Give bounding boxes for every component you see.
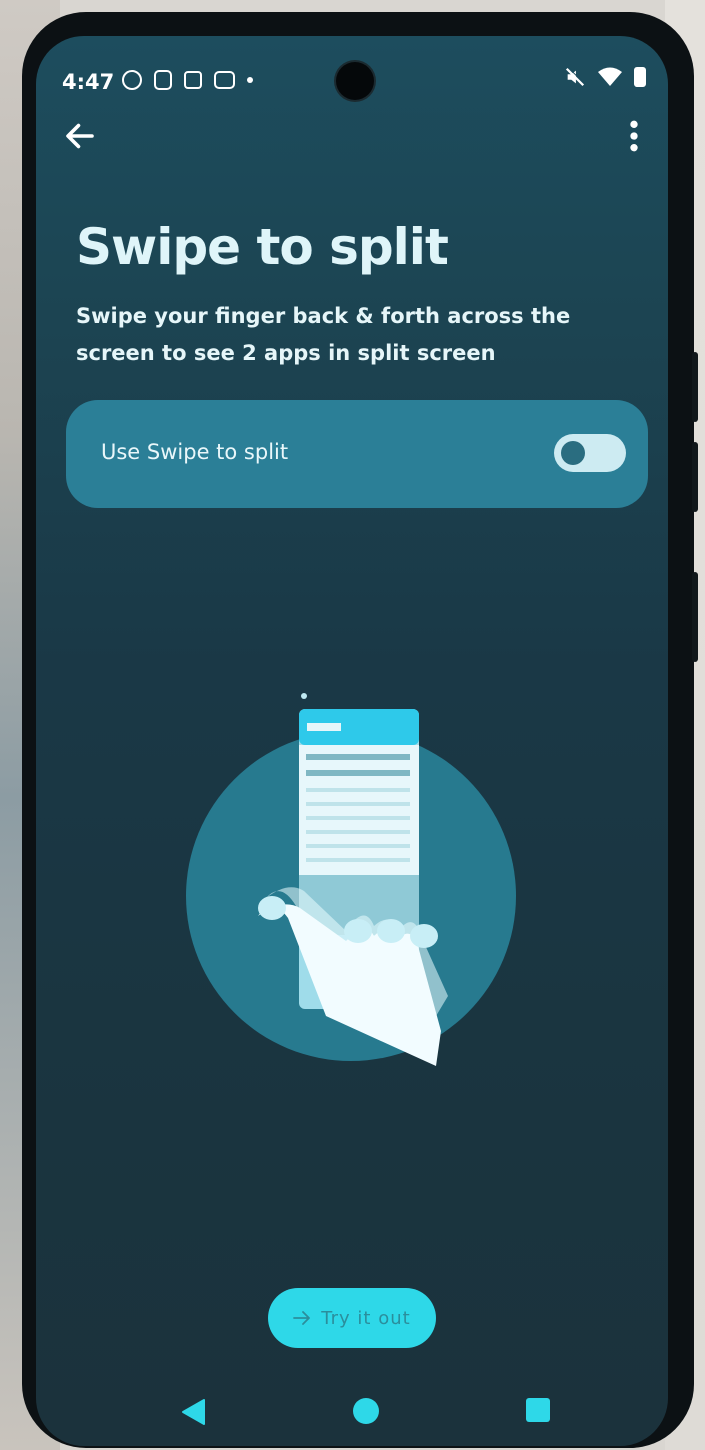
face-icon	[122, 70, 142, 90]
nav-recents-icon[interactable]	[526, 1398, 550, 1422]
status-right-icons	[564, 66, 646, 88]
setting-label: Use Swipe to split	[101, 440, 289, 464]
app-bar	[36, 116, 668, 156]
battery-icon	[634, 67, 646, 87]
mute-icon	[565, 67, 585, 87]
swipe-illustration	[186, 693, 516, 1066]
page-description: Swipe your finger back & forth across th…	[76, 304, 571, 365]
status-bar: 4:47	[36, 36, 668, 116]
toggle-thumb	[561, 441, 585, 465]
phone-side-button	[692, 352, 698, 422]
try-it-out-label: Try it out	[321, 1307, 411, 1329]
back-arrow-icon[interactable]	[62, 118, 98, 154]
phone-screen: 4:47 Swipe to split Swipe your finger ba…	[36, 36, 668, 1446]
more-options-icon[interactable]	[614, 116, 654, 156]
swipe-to-split-setting[interactable]: Use Swipe to split	[66, 400, 648, 508]
bag-icon	[184, 71, 202, 89]
phone-side-button	[692, 442, 698, 512]
status-left-icons	[122, 70, 253, 90]
nav-back-icon[interactable]	[180, 1398, 206, 1426]
phone-side-button	[692, 572, 698, 662]
front-camera	[336, 62, 374, 100]
nav-home-icon[interactable]	[353, 1398, 379, 1424]
navigation-bar	[36, 1386, 668, 1446]
status-time: 4:47	[62, 70, 115, 94]
arrow-right-icon	[293, 1311, 311, 1325]
wifi-icon	[598, 67, 622, 86]
message-icon	[214, 71, 235, 89]
swipe-to-split-toggle[interactable]	[554, 434, 626, 472]
try-it-out-button[interactable]: Try it out	[268, 1288, 436, 1348]
sim-icon	[154, 70, 172, 90]
notification-dot-icon	[247, 77, 253, 83]
page-title: Swipe to split	[76, 218, 449, 276]
